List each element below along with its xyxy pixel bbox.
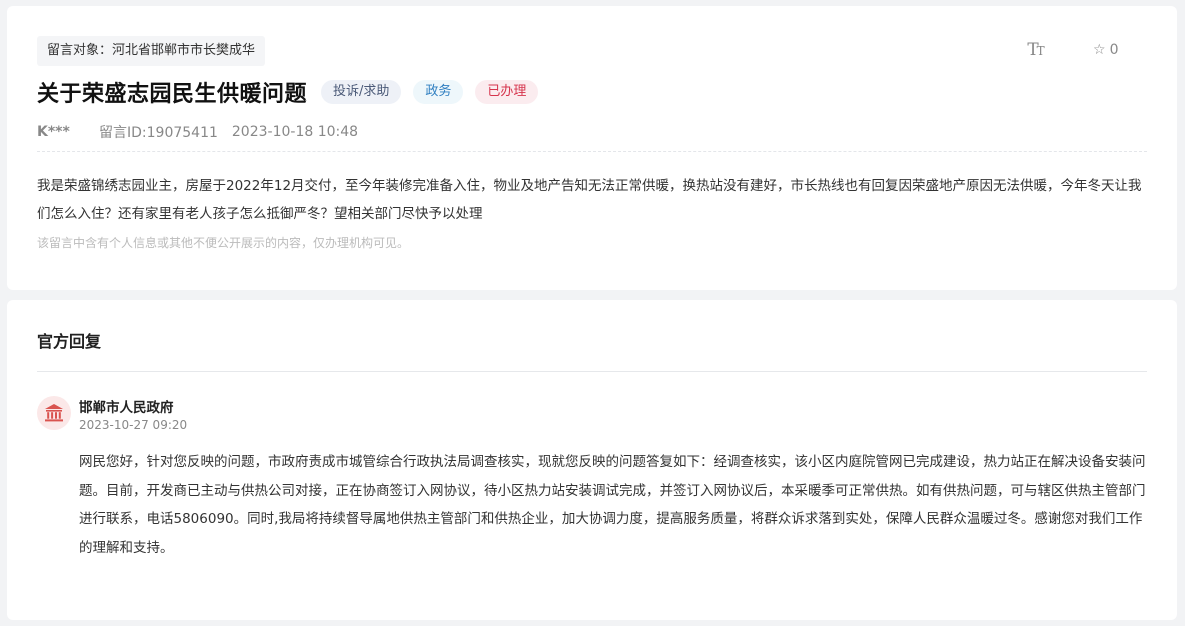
- message-card: 留言对象：河北省邯郸市市长樊成华 TT ☆ 0 关于荣盛志园民生供暖问题 投诉/求…: [7, 6, 1177, 290]
- message-datetime: 2023-10-18 10:48: [231, 124, 359, 140]
- meta-divider: [37, 151, 1147, 152]
- official-reply-card: 官方回复 邯郸市人民政府 2023-10-27 09:20 网民您好，针对您反映…: [7, 300, 1177, 620]
- type-tag: 投诉/求助: [321, 80, 402, 104]
- message-content: 我是荣盛锦绣志园业主，房屋于2022年12月交付，至今年装修完准备入住，物业及地…: [37, 178, 1142, 222]
- page-title: 关于荣盛志园民生供暖问题: [37, 82, 308, 107]
- author-name: K***: [37, 124, 70, 140]
- font-size-icon[interactable]: TT: [1021, 40, 1049, 64]
- star-outline-icon: ☆: [1093, 42, 1106, 58]
- favorite-count: 0: [1109, 42, 1119, 58]
- message-id: 留言ID:19075411: [99, 125, 218, 141]
- message-target: 留言对象：河北省邯郸市市长樊成华: [37, 36, 266, 66]
- reply-org-name: 邯郸市人民政府: [79, 400, 174, 416]
- title-row: 关于荣盛志园民生供暖问题 投诉/求助 政务 已办理: [37, 76, 550, 108]
- reply-datetime: 2023-10-27 09:20: [79, 418, 188, 432]
- domain-tag: 政务: [413, 80, 464, 104]
- status-badge: 已办理: [475, 80, 539, 104]
- favorite-button[interactable]: ☆ 0: [1093, 42, 1133, 62]
- reply-content: 网民您好，针对您反映的问题，市政府责成市城管综合行政执法局调查核实，现就您反映的…: [79, 454, 1146, 556]
- privacy-notice: 该留言中含有个人信息或其他不便公开展示的内容，仅办理机构可见。: [37, 236, 410, 250]
- reply-divider: [37, 371, 1147, 372]
- reply-section-title: 官方回复: [37, 332, 102, 351]
- government-building-icon: [37, 396, 71, 430]
- message-meta: K*** 留言ID:19075411 2023-10-18 10:48: [37, 122, 358, 142]
